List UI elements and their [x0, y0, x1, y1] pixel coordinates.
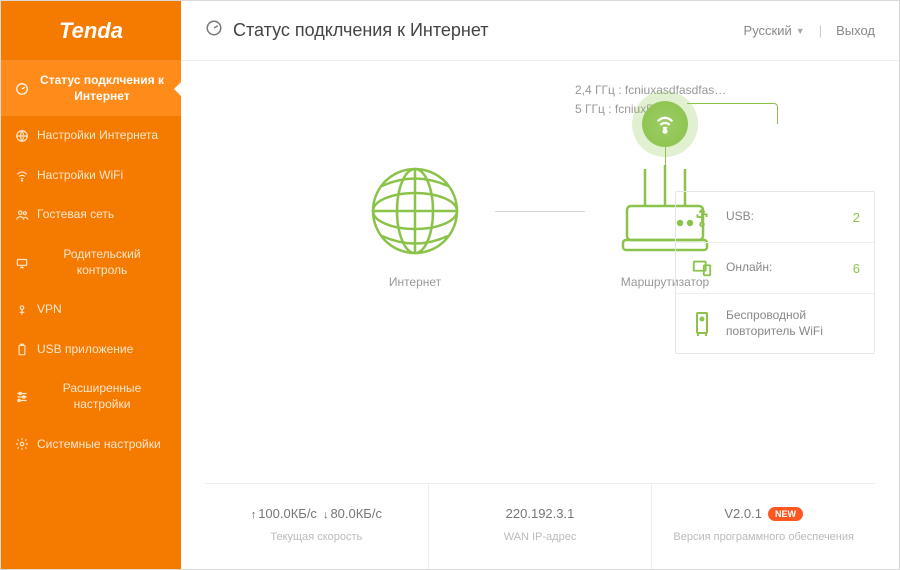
usb-label: USB:	[726, 209, 841, 225]
wan-label: WAN IP-адрес	[439, 531, 642, 543]
ssid-24ghz: 2,4 ГГц : fcniuxasdfasdfas…	[575, 81, 726, 100]
speed-down: 80.0КБ/с	[330, 506, 382, 521]
language-selector[interactable]: Русский ▼	[744, 23, 805, 38]
version-value: V2.0.1 NEW	[662, 506, 865, 521]
sidebar-item-vpn[interactable]: VPN	[1, 290, 181, 330]
usb-value: 2	[853, 210, 860, 225]
header-title-wrap: Статус подклчения к Интернет	[205, 19, 744, 42]
page-title: Статус подклчения к Интернет	[233, 20, 489, 41]
logo: Tenda	[1, 1, 181, 61]
repeater-icon	[690, 311, 714, 337]
content: 2,4 ГГц : fcniuxasdfasdfas… 5 ГГц : fcni…	[181, 61, 899, 569]
header: Статус подклчения к Интернет Русский ▼ |…	[181, 1, 899, 61]
sidebar-item-label: Гостевая сеть	[37, 207, 167, 223]
sidebar: Tenda Статус подклчения к Интернет Настр…	[1, 1, 181, 569]
devices-icon	[690, 257, 714, 279]
logout-link[interactable]: Выход	[836, 23, 875, 38]
wifi-badge-icon	[642, 101, 688, 147]
sidebar-item-usb[interactable]: USB приложение	[1, 330, 181, 370]
sidebar-item-label: Системные настройки	[37, 437, 167, 453]
status-panel: USB: 2 Онлайн: 6 Беспроводной повторител…	[675, 191, 875, 354]
globe-icon	[15, 129, 29, 143]
connection-line	[495, 211, 585, 212]
wan-ip: 220.192.3.1	[439, 506, 642, 521]
header-right: Русский ▼ | Выход	[744, 23, 875, 38]
new-badge: NEW	[768, 507, 803, 521]
sidebar-item-advanced[interactable]: Расширенные настройки	[1, 369, 181, 424]
dashboard-icon	[15, 82, 29, 96]
app-root: Tenda Статус подклчения к Интернет Настр…	[1, 1, 899, 569]
repeater-row[interactable]: Беспроводной повторитель WiFi	[676, 294, 874, 353]
online-value: 6	[853, 261, 860, 276]
usb-icon	[690, 206, 714, 228]
language-label: Русский	[744, 23, 792, 38]
internet-node: Интернет	[335, 161, 495, 289]
sidebar-item-label: Родительский контроль	[37, 247, 167, 278]
dashboard-icon	[205, 19, 223, 42]
online-row[interactable]: Онлайн: 6	[676, 243, 874, 294]
usb-row[interactable]: USB: 2	[676, 192, 874, 243]
sidebar-item-guest[interactable]: Гостевая сеть	[1, 195, 181, 235]
sidebar-item-label: Настройки WiFi	[37, 168, 167, 184]
speed-label: Текущая скорость	[215, 531, 418, 543]
sidebar-item-wifi[interactable]: Настройки WiFi	[1, 156, 181, 196]
version-label: Версия программного обеспечения	[662, 531, 865, 543]
version-number: V2.0.1	[724, 506, 762, 521]
usb-icon	[15, 343, 29, 357]
sidebar-item-label: Статус подклчения к Интернет	[37, 73, 167, 104]
online-label: Онлайн:	[726, 260, 841, 276]
speed-value: ↑100.0КБ/с ↓80.0КБ/с	[215, 506, 418, 521]
sidebar-item-parental[interactable]: Родительский контроль	[1, 235, 181, 290]
sidebar-item-label: Настройки Интернета	[37, 128, 167, 144]
arrow-down-icon: ↓	[323, 509, 329, 521]
divider: |	[819, 23, 822, 38]
main: Статус подклчения к Интернет Русский ▼ |…	[181, 1, 899, 569]
wifi-icon	[15, 169, 29, 183]
chevron-down-icon: ▼	[796, 26, 805, 36]
sidebar-item-label: USB приложение	[37, 342, 167, 358]
sidebar-item-system[interactable]: Системные настройки	[1, 425, 181, 465]
internet-label: Интернет	[389, 275, 441, 289]
globe-icon	[365, 161, 465, 261]
users-icon	[15, 208, 29, 222]
wan-col: 220.192.3.1 WAN IP-адрес	[429, 484, 653, 569]
repeater-label: Беспроводной повторитель WiFi	[726, 308, 860, 339]
sidebar-item-internet[interactable]: Настройки Интернета	[1, 116, 181, 156]
version-col: V2.0.1 NEW Версия программного обеспечен…	[652, 484, 875, 569]
speed-up: 100.0КБ/с	[258, 506, 317, 521]
vpn-icon	[15, 303, 29, 317]
speed-col: ↑100.0КБ/с ↓80.0КБ/с Текущая скорость	[205, 484, 429, 569]
arrow-up-icon: ↑	[251, 509, 257, 521]
sidebar-item-status[interactable]: Статус подклчения к Интернет	[1, 61, 181, 116]
sliders-icon	[15, 390, 29, 404]
sidebar-item-label: Расширенные настройки	[37, 381, 167, 412]
shield-icon	[15, 256, 29, 270]
nav: Статус подклчения к Интернет Настройки И…	[1, 61, 181, 569]
sidebar-item-label: VPN	[37, 302, 167, 318]
gear-icon	[15, 437, 29, 451]
footer: ↑100.0КБ/с ↓80.0КБ/с Текущая скорость 22…	[205, 483, 875, 569]
